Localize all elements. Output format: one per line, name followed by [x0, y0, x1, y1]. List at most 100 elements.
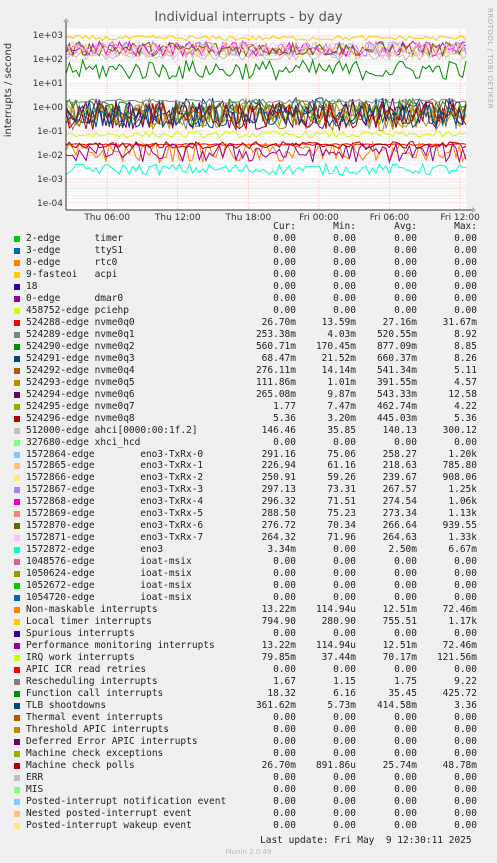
legend-swatch	[14, 451, 20, 458]
legend-row: 1054720-edge ioat-msix 0.00 0.00 0.00 0.00	[0, 592, 497, 604]
legend-value-cur: 0.00	[273, 735, 296, 747]
legend-label: 2-edge timer	[26, 233, 123, 244]
legend-value-cur: 146.46	[261, 424, 296, 436]
legend-value-avg: 520.55m	[376, 328, 417, 340]
legend-value-max: 1.06k	[448, 496, 477, 508]
legend-value-min: 4.03m	[327, 328, 356, 340]
legend-value-cur: 276.11m	[255, 364, 296, 376]
legend-row: Rescheduling interrupts 1.67 1.15 1.75 9.22	[0, 676, 497, 688]
legend-swatch	[14, 631, 20, 637]
legend-value-cur: 0.00	[273, 663, 296, 675]
legend-header-avg: Avg:	[394, 221, 417, 232]
legend-value-min: 0.00	[333, 436, 356, 448]
legend-value-cur: 0.00	[273, 436, 296, 448]
legend-series-name: 1572864-edge	[26, 448, 95, 460]
legend-value-min: 1.15	[333, 675, 356, 687]
legend-value-min: 0.00	[333, 256, 356, 268]
legend-swatch	[14, 319, 20, 326]
legend-swatch	[14, 774, 20, 781]
legend-value-max: 0.00	[454, 663, 477, 675]
legend-value-min: 0.00	[333, 628, 356, 639]
legend-value-avg: 0.00	[394, 592, 417, 604]
legend-series-device: ioat-msix	[140, 556, 192, 568]
legend-value-cur: 68.47m	[261, 352, 296, 364]
legend-row: 524294-edge nvme0q6 265.08m 9.87m 543.33m 12.…	[0, 389, 497, 401]
rrdtool-credit: RRDTOOL / TOBI OETIKER	[486, 8, 494, 110]
legend-value-min: 0.00	[333, 268, 356, 280]
x-tick-label: Thu 06:00	[83, 213, 130, 220]
legend-row: 1052672-edge ioat-msix 0.00 0.00 0.00 0.00	[0, 580, 497, 592]
legend-value-min: 71.96	[327, 532, 356, 544]
legend-value-min: 0.00	[333, 723, 356, 735]
legend-value-cur: 276.72	[261, 520, 296, 532]
legend-row: 524291-edge nvme0q3 68.47m 21.52m 660.37m 8.2…	[0, 353, 497, 365]
legend-series-name: 1572872-edge	[26, 544, 95, 556]
legend-row: APIC ICR read retries 0.00 0.00 0.00 0.00	[0, 664, 497, 676]
legend-series-name: 524296-edge	[26, 412, 89, 424]
legend-swatch	[14, 547, 20, 554]
legend-value-min: 0.00	[333, 233, 356, 244]
x-tick-label: Fri 12:00	[440, 213, 480, 220]
legend-label: 524295-edge nvme0q7	[26, 401, 135, 412]
legend-series-name: Posted-interrupt wakeup event	[26, 819, 192, 831]
legend-value-min: 59.26	[327, 472, 356, 484]
legend-series-name: Function call interrupts	[26, 687, 164, 699]
legend-series-name: Performance monitoring interrupts	[26, 640, 215, 651]
legend-series-name: 1572868-edge	[26, 496, 95, 508]
legend-value-cur: 264.32	[261, 532, 296, 544]
legend-swatch	[14, 678, 20, 685]
chart-title: Individual interrupts - by day	[154, 10, 343, 25]
legend-row: Local timer interrupts 794.90 280.90 755.51…	[0, 616, 497, 628]
legend-swatch	[14, 271, 20, 278]
legend-value-max: 1.13k	[448, 508, 477, 520]
legend-swatch	[14, 738, 20, 745]
legend-series-device: acpi	[94, 268, 118, 280]
legend-value-max: 0.00	[454, 807, 477, 819]
legend-label: 1572871-edge eno3-TxRx-7	[26, 532, 203, 543]
legend-value-cur: 0.00	[273, 819, 296, 831]
legend-swatch	[14, 583, 20, 590]
y-axis-label: interrupts / second	[3, 42, 14, 138]
legend-series-name: 18	[26, 280, 38, 292]
legend-value-max: 0.00	[454, 304, 477, 316]
legend-series-device: eno3-TxRx-3	[140, 484, 204, 496]
legend-value-max: 0.00	[454, 268, 477, 280]
legend-series-device: nvme0q4	[94, 364, 135, 376]
x-tick-label: Fri 00:00	[299, 213, 339, 220]
legend-value-cur: 79.85m	[261, 652, 296, 663]
legend-value-avg: 258.27	[382, 448, 417, 460]
legend-value-min: 0.00	[333, 568, 356, 580]
legend-label: Nested posted-interrupt event	[26, 808, 192, 819]
legend-series-name: 8-edge	[26, 256, 61, 268]
legend-value-cur: 265.08m	[255, 388, 296, 400]
legend-row: Deferred Error APIC interrupts 0.00 0.00 0.…	[0, 736, 497, 748]
legend-value-max: 3.36	[454, 699, 477, 711]
legend-series-name: ERR	[26, 771, 44, 783]
legend-row: Function call interrupts 18.32 6.16 35.45 42…	[0, 688, 497, 700]
legend-row: Posted-interrupt notification event 0.00 0…	[0, 796, 497, 808]
legend-series-name: 524295-edge	[26, 400, 89, 412]
legend-series-name: MIS	[26, 783, 44, 795]
legend-label: Spurious interrupts	[26, 628, 135, 639]
legend-row: 512000-edge ahci[0000:00:1f.2] 146.46 35.85…	[0, 425, 497, 437]
last-update: Last update: Fri May 9 12:30:11 2025	[260, 835, 472, 846]
legend-row: 1572871-edge eno3-TxRx-7 264.32 71.96 264.63…	[0, 532, 497, 544]
legend-value-max: 0.00	[454, 771, 477, 783]
legend-swatch	[14, 427, 20, 434]
legend-value-cur: 0.00	[273, 568, 296, 580]
legend-row: 1572872-edge eno3 3.34m 0.00 2.50m 6.67m	[0, 544, 497, 556]
x-tick-label: Thu 18:00	[225, 213, 272, 220]
legend-value-cur: 361.62m	[255, 699, 296, 711]
legend-row: Machine check exceptions 0.00 0.00 0.00 0.00	[0, 748, 497, 760]
legend-label: 0-edge dmar0	[26, 293, 123, 304]
legend-series-device: eno3-TxRx-6	[140, 520, 204, 532]
legend-series-name: 524290-edge	[26, 340, 89, 352]
y-tick-label: 1e-02	[37, 151, 63, 161]
legend-swatch	[14, 259, 20, 266]
legend-value-min: 0.00	[333, 711, 356, 723]
legend-label: Machine check exceptions	[26, 748, 163, 759]
legend-label: 1572864-edge eno3-TxRx-0	[26, 449, 203, 460]
legend-value-cur: 0.00	[273, 795, 296, 807]
legend-value-cur: 291.16	[261, 448, 296, 460]
legend-value-cur: 560.71m	[255, 340, 296, 352]
